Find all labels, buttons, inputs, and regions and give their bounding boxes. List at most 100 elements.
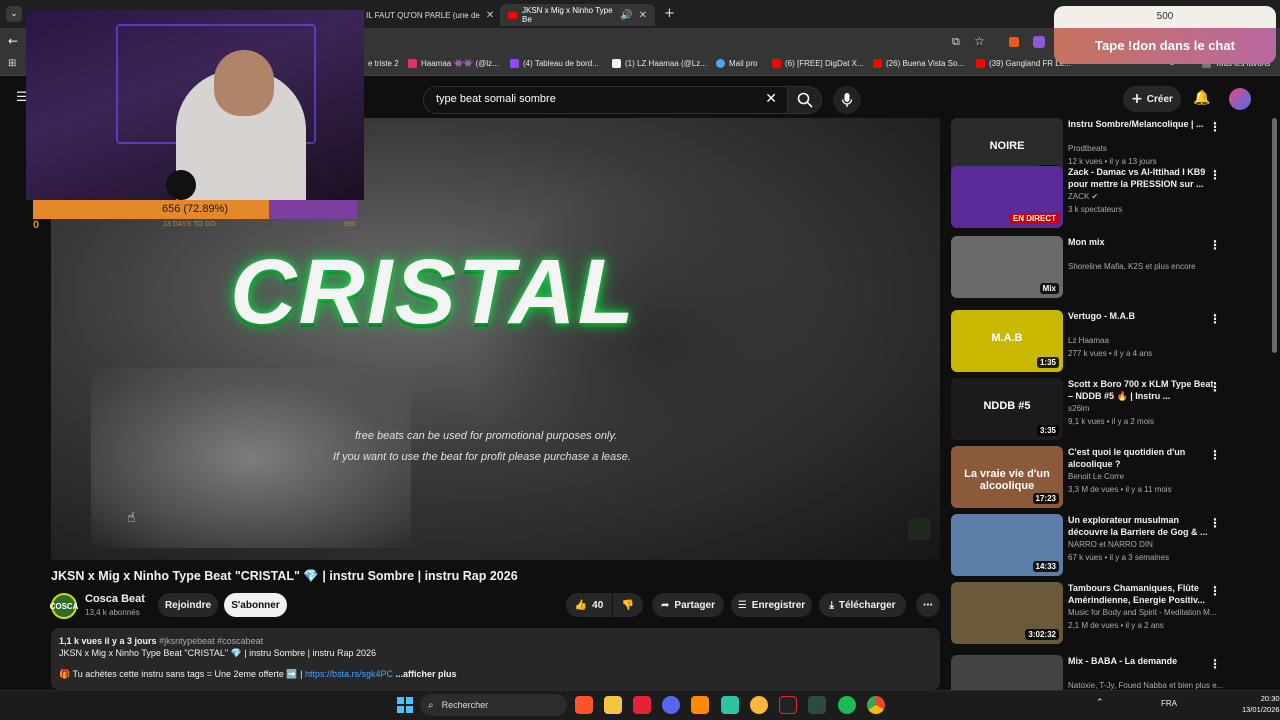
new-tab-icon[interactable]: + — [664, 6, 675, 21]
notifications-bell-icon[interactable]: 🔔 — [1193, 90, 1210, 106]
related-video-title[interactable]: Zack - Damac vs Al-Ittihad I KB9 pour me… — [1068, 166, 1218, 190]
show-more-link[interactable]: ...afficher plus — [396, 669, 457, 679]
subscribe-button[interactable]: S'abonner — [224, 593, 287, 617]
related-video-item[interactable]: EN DIRECT Zack - Damac vs Al-Ittihad I KB… — [951, 166, 1261, 228]
bookmark-item[interactable]: e triste 2 — [368, 59, 399, 68]
save-button[interactable]: ☰ Enregistrer — [731, 593, 812, 617]
related-video-channel[interactable]: Benoit Le Corre — [1068, 472, 1124, 481]
browser-tab-2[interactable]: JKSN x Mig x Ninho Type Be 🔊 ✕ — [500, 4, 655, 26]
extension-icon[interactable] — [1009, 37, 1019, 47]
related-video-channel[interactable]: ZACK ✔ — [1068, 192, 1098, 201]
spotify-icon[interactable] — [838, 696, 856, 714]
clear-search-icon[interactable]: ✕ — [765, 91, 777, 107]
video-thumbnail[interactable]: 14:33 — [951, 514, 1063, 576]
related-video-item[interactable]: M.A.B 1:35 Vertugo - M.A.B Lz Haamaa 277 k v… — [951, 310, 1261, 372]
more-options-icon[interactable]: ⋮ — [1209, 120, 1221, 134]
more-options-icon[interactable]: ⋮ — [1209, 516, 1221, 530]
bookmark-item[interactable]: Mail pro — [716, 59, 757, 68]
app-icon[interactable] — [779, 696, 797, 714]
scrollbar-thumb[interactable] — [1272, 118, 1277, 353]
related-video-item[interactable]: 3:02:32 Tambours Chamaniques, Flûte Améri… — [951, 582, 1261, 644]
related-video-title[interactable]: Instru Sombre/Melancolique | ... — [1068, 118, 1218, 130]
close-tab-icon[interactable]: ✕ — [639, 10, 647, 21]
language-indicator[interactable]: FRA — [1161, 699, 1177, 708]
app-icon[interactable] — [750, 696, 768, 714]
back-arrow-icon[interactable]: ← — [8, 34, 18, 48]
taskbar-clock[interactable]: 20:30 13/01/2026 — [1242, 693, 1280, 715]
bookmark-star-icon[interactable]: ☆ — [974, 34, 985, 48]
description-tags[interactable]: #jksntypebeat #coscabeat — [159, 636, 263, 646]
video-thumbnail[interactable]: EN DIRECT — [951, 166, 1063, 228]
related-video-channel[interactable]: Lz Haamaa — [1068, 336, 1109, 345]
speaker-icon[interactable]: 🔊 — [620, 10, 632, 21]
more-options-icon[interactable]: ⋮ — [1209, 657, 1221, 671]
related-video-channel[interactable]: NARRO et NARRO DIN — [1068, 540, 1153, 549]
download-button[interactable]: ⤓ Télécharger — [819, 593, 906, 617]
thumbnail-text: M.A.B — [991, 332, 1023, 344]
related-video-channel[interactable]: Prodtbeats — [1068, 144, 1107, 153]
related-video-title[interactable]: Vertugo - M.A.B — [1068, 310, 1218, 322]
more-options-icon[interactable]: ⋮ — [1209, 380, 1221, 394]
tab-search-chevron-icon[interactable]: ⌄ — [6, 6, 22, 22]
create-button[interactable]: + Créer — [1123, 86, 1181, 112]
app-icon[interactable] — [691, 696, 709, 714]
bookmark-item[interactable]: (4) Tableau de bord... — [510, 59, 599, 68]
apps-grid-icon[interactable]: ⊞ — [8, 58, 16, 69]
taskbar-search-input[interactable]: ⌕ Rechercher — [420, 694, 567, 716]
bookmark-item[interactable]: (6) [FREE] DigDat X... — [772, 59, 864, 68]
video-thumbnail[interactable]: La vraie vie d'un alcoolique 17:23 — [951, 446, 1063, 508]
video-thumbnail[interactable]: Mix — [951, 236, 1063, 298]
more-options-icon[interactable]: ⋮ — [1209, 312, 1221, 326]
install-app-icon[interactable]: ⧉ — [952, 35, 960, 49]
description-link[interactable]: https://bsta.rs/sgk4PC — [305, 669, 393, 679]
related-video-title[interactable]: Mix - BABA - La demande — [1068, 655, 1218, 667]
avatar[interactable] — [1229, 88, 1251, 110]
bookmark-item[interactable]: (26) Buena Vista So... — [873, 59, 964, 68]
video-thumbnail[interactable]: 3:02:32 — [951, 582, 1063, 644]
related-video-item[interactable]: Mix Mon mix Shoreline Mafia, K2S et plus e… — [951, 236, 1261, 298]
related-video-title[interactable]: Scott x Boro 700 x KLM Type Beat – NDDB … — [1068, 378, 1218, 402]
app-icon[interactable] — [721, 696, 739, 714]
related-video-title[interactable]: C'est quoi le quotidien d'un alcoolique … — [1068, 446, 1218, 470]
discord-icon[interactable] — [662, 696, 680, 714]
extension-icon[interactable] — [1033, 36, 1045, 48]
related-video-channel[interactable]: s26lm — [1068, 404, 1089, 413]
like-button[interactable]: 👍 40 — [566, 593, 612, 617]
join-button[interactable]: Rejoindre — [158, 593, 218, 617]
related-video-title[interactable]: Tambours Chamaniques, Flûte Amérindienne… — [1068, 582, 1218, 606]
search-input[interactable]: type beat somali sombre ✕ — [423, 86, 788, 114]
related-video-item[interactable]: La vraie vie d'un alcoolique 17:23 C'est q… — [951, 446, 1261, 508]
related-video-channel[interactable]: Music for Body and Spirit - Meditation M… — [1068, 608, 1217, 617]
related-video-channel[interactable]: Natoxie, T-Jy, Foued Nabba et bien plus … — [1068, 681, 1223, 690]
dislike-button[interactable]: 👎 — [613, 593, 643, 617]
related-video-title[interactable]: Un explorateur musulman découvre la Barr… — [1068, 514, 1218, 538]
share-button[interactable]: ➦ Partager — [652, 593, 724, 617]
channel-avatar[interactable]: COSCA — [50, 593, 78, 619]
video-description[interactable]: 1,1 k vues il y a 3 jours #jksntypebeat … — [51, 628, 940, 690]
channel-name[interactable]: Cosca Beat — [85, 593, 145, 605]
video-thumbnail[interactable]: M.A.B 1:35 — [951, 310, 1063, 372]
more-options-icon[interactable]: ⋮ — [1209, 448, 1221, 462]
bookmark-item[interactable]: Haamaa 👾👾 (@lz... — [408, 59, 499, 68]
chrome-icon[interactable] — [867, 696, 885, 714]
related-video-title[interactable]: Mon mix — [1068, 236, 1218, 248]
related-video-item[interactable]: 14:33 Un explorateur musulman découvre la… — [951, 514, 1261, 576]
browser-tab-1[interactable]: IL FAUT QU'ON PARLE (une de ✕ — [358, 4, 502, 26]
video-thumbnail[interactable]: NDDB #5 3:35 — [951, 378, 1063, 440]
more-actions-icon[interactable]: ⋯ — [916, 593, 940, 617]
more-options-icon[interactable]: ⋮ — [1209, 584, 1221, 598]
app-icon[interactable] — [633, 696, 651, 714]
file-explorer-icon[interactable] — [604, 696, 622, 714]
more-options-icon[interactable]: ⋮ — [1209, 168, 1221, 182]
voice-search-button[interactable] — [833, 86, 861, 114]
more-options-icon[interactable]: ⋮ — [1209, 238, 1221, 252]
search-button[interactable] — [787, 86, 822, 114]
related-video-channel[interactable]: Shoreline Mafia, K2S et plus encore — [1068, 262, 1196, 271]
brave-browser-icon[interactable] — [575, 696, 593, 714]
bookmark-item[interactable]: (1) LZ Haamaa (@Lz... — [612, 59, 707, 68]
windows-start-icon[interactable] — [397, 697, 413, 713]
related-video-item[interactable]: NDDB #5 3:35 Scott x Boro 700 x KLM Type B… — [951, 378, 1261, 440]
app-icon[interactable] — [808, 696, 826, 714]
close-tab-icon[interactable]: ✕ — [486, 10, 494, 21]
tray-chevron-icon[interactable]: ⌃ — [1096, 698, 1104, 708]
